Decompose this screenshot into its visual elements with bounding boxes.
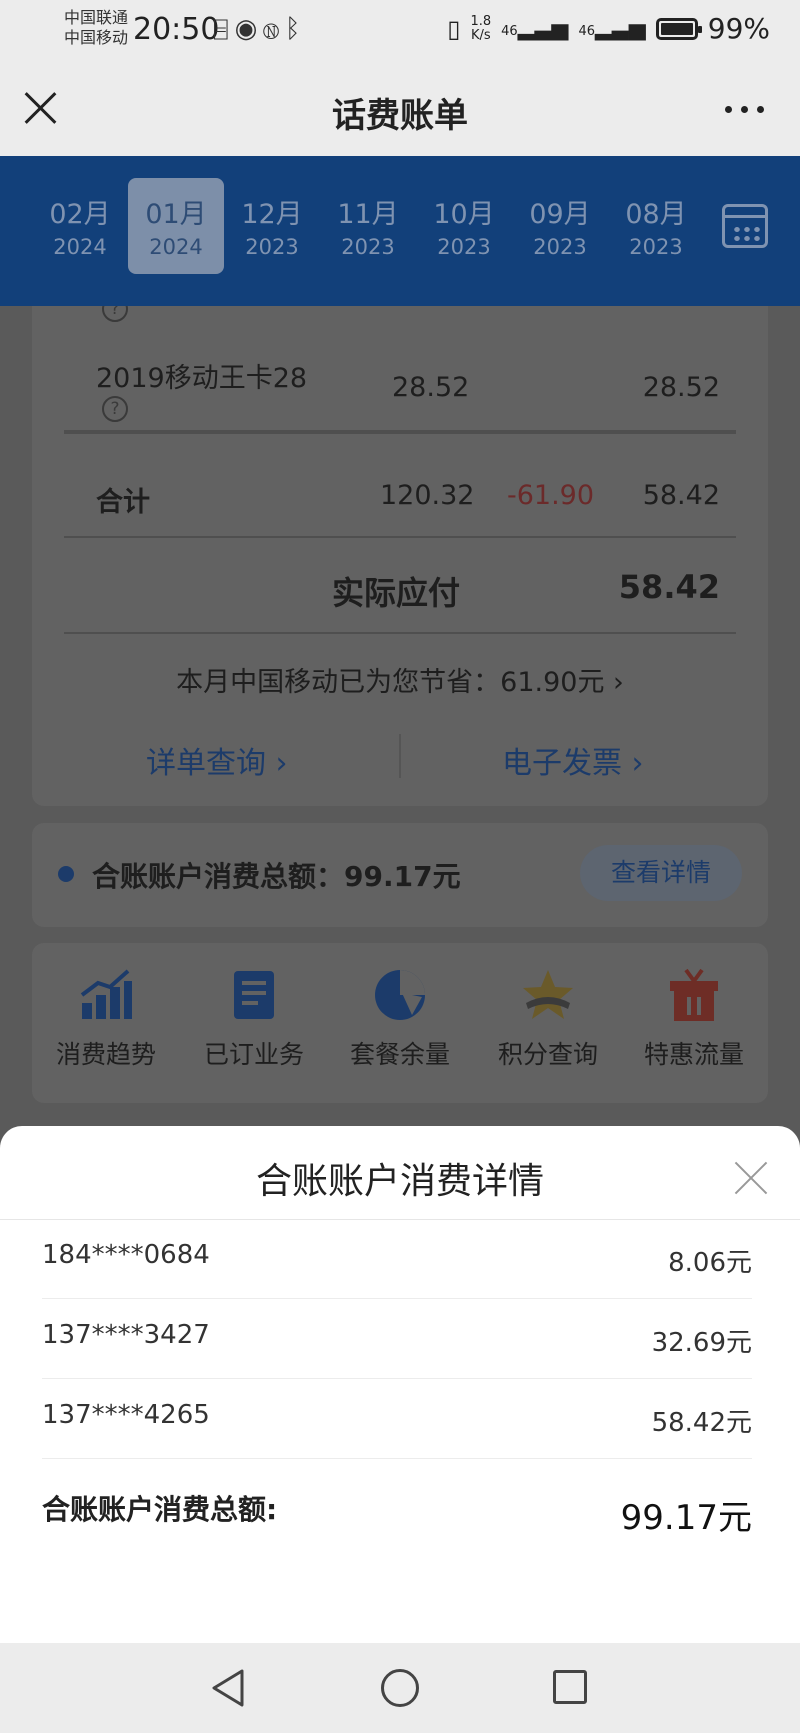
battery-icon <box>655 17 702 40</box>
month-tab[interactable]: 08月 2023 <box>608 178 704 274</box>
month-tab[interactable]: 09月 2023 <box>512 178 608 274</box>
status-bar: 中国联通 中国移动 20:50 ⌸◉Ⓝᛒ ▯ 1.8 K/s 46▂▃▅ 46▂… <box>0 0 800 62</box>
eye-icon: ◉ <box>234 14 264 44</box>
help-icon[interactable]: ? <box>102 396 128 422</box>
carrier-labels: 中国联通 中国移动 <box>64 8 128 48</box>
bluetooth-icon: ᛒ <box>284 14 307 44</box>
account-amount: 58.42元 <box>651 1408 752 1438</box>
bill-card: ? 2019移动王卡28 ? 28.52 28.52 合计 120.32 -61… <box>32 306 768 806</box>
trend-chart-icon <box>80 969 132 1019</box>
total-label: 合计 <box>96 487 150 518</box>
divider <box>64 632 736 634</box>
more-options-icon[interactable] <box>725 106 764 113</box>
account-number: 137****4265 <box>42 1400 210 1430</box>
nfc-icon: Ⓝ <box>263 14 285 44</box>
vibrate-icon: ▯ <box>447 14 461 43</box>
signal-icon-2: 46▂▃▅ <box>578 16 646 41</box>
month-tab-active[interactable]: 01月 2024 <box>128 178 224 274</box>
divider <box>64 536 736 538</box>
account-number: 137****3427 <box>42 1320 210 1350</box>
gift-icon <box>670 968 718 1021</box>
month-tab[interactable]: 11月 2023 <box>320 178 416 274</box>
plan-amount: 28.52 <box>392 372 470 403</box>
bill-content: ? 2019移动王卡28 ? 28.52 28.52 合计 120.32 -61… <box>0 306 800 1126</box>
net-speed: 1.8 K/s <box>470 13 492 43</box>
bullet-dot <box>58 866 74 882</box>
recent-apps-icon[interactable] <box>553 1670 587 1704</box>
system-status: ▯ 1.8 K/s 46▂▃▅ 46▂▃▅ 99% <box>447 12 770 45</box>
view-details-button[interactable]: 查看详情 <box>580 845 742 901</box>
system-nav-bar <box>0 1643 800 1733</box>
help-icon[interactable]: ? <box>102 306 128 322</box>
sheet-title: 合账账户消费详情 <box>255 1161 544 1202</box>
payable-value: 58.42 <box>618 568 720 606</box>
account-row: 137****4265 58.42元 <box>42 1380 752 1459</box>
account-row: 137****3427 32.69元 <box>42 1300 752 1379</box>
detail-query-link[interactable]: 详单查询 › <box>146 738 288 782</box>
account-amount: 32.69元 <box>651 1328 752 1358</box>
close-icon[interactable] <box>733 1160 769 1196</box>
back-icon[interactable] <box>208 1667 248 1709</box>
total-actual: 58.42 <box>642 480 720 511</box>
month-tab[interactable]: 12月 2023 <box>224 178 320 274</box>
link-divider <box>399 734 401 778</box>
plan-actual: 28.52 <box>642 372 720 403</box>
sheet-total-label: 合账账户消费总额: <box>42 1493 278 1526</box>
subscribed-icon <box>234 971 274 1019</box>
battery-percent: 99% <box>707 12 770 45</box>
carrier-1: 中国联通 <box>64 8 129 27</box>
divider <box>64 430 736 434</box>
signal-icon-1: 46▂▃▅ <box>501 16 569 41</box>
e-invoice-link[interactable]: 电子发票 › <box>502 738 644 782</box>
month-tab[interactable]: 10月 2023 <box>416 178 512 274</box>
gift-notification-icon: ⌸ <box>213 14 235 44</box>
saving-link[interactable]: 本月中国移动已为您节省：61.90元 › <box>32 660 768 699</box>
month-tab[interactable]: 02月 2024 <box>32 178 128 274</box>
title-bar: 话费账单 <box>0 62 800 156</box>
month-selector: 02月 2024 01月 2024 12月 2023 11月 2023 10月 2023 … <box>0 156 800 306</box>
quick-actions-card: 消费趋势 已订业务 套餐余量 积分查询 特惠流量 <box>32 943 768 1103</box>
home-icon[interactable] <box>381 1669 419 1707</box>
page-title: 话费账单 <box>332 96 468 136</box>
account-number: 184****0684 <box>42 1240 210 1270</box>
total-amount: 120.32 <box>380 480 475 511</box>
account-amount: 8.06元 <box>668 1248 752 1278</box>
total-discount: -61.90 <box>507 480 595 511</box>
notification-icons: ⌸◉Ⓝᛒ <box>213 14 307 44</box>
combined-detail-sheet: 合账账户消费详情 184****0684 8.06元 137****3427 3… <box>0 1126 800 1643</box>
account-row: 184****0684 8.06元 <box>42 1220 752 1299</box>
calendar-icon[interactable] <box>722 204 768 248</box>
star-icon <box>523 970 573 1019</box>
clock: 20:50 <box>133 12 220 47</box>
pie-chart-icon <box>375 970 425 1020</box>
plan-name: 2019移动王卡28 <box>96 363 308 394</box>
combined-account-card: 合账账户消费总额：99.17元 查看详情 <box>32 823 768 927</box>
sheet-total-value: 99.17元 <box>620 1498 752 1538</box>
combined-total-summary: 合账账户消费总额：99.17元 <box>92 860 461 893</box>
carrier-2: 中国移动 <box>64 28 129 47</box>
payable-label: 实际应付 <box>332 574 461 612</box>
